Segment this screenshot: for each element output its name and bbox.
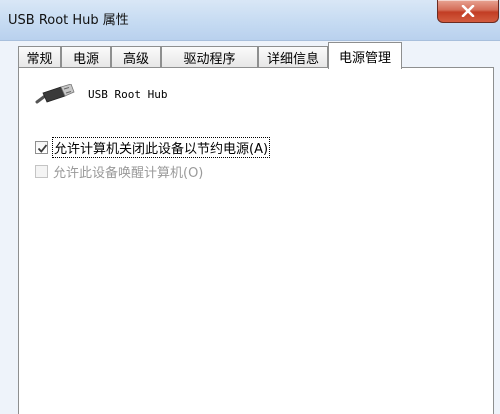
tab-driver[interactable]: 驱动程序 bbox=[161, 46, 258, 67]
tab-power-management[interactable]: 电源管理 bbox=[328, 42, 402, 69]
tab-general[interactable]: 常规 bbox=[18, 46, 61, 67]
allow-power-off-checkbox[interactable] bbox=[35, 141, 48, 154]
usb-plug-icon bbox=[35, 84, 75, 104]
window-title: USB Root Hub 属性 bbox=[8, 13, 129, 28]
close-button[interactable] bbox=[437, 0, 499, 23]
device-name: USB Root Hub bbox=[88, 88, 168, 101]
allow-wake-label: 允许此设备唤醒计算机(O) bbox=[53, 166, 204, 181]
title-bar[interactable]: USB Root Hub 属性 bbox=[0, 0, 500, 41]
tab-strip: 常规 电源 高级 驱动程序 详细信息 电源管理 bbox=[0, 42, 500, 69]
tab-details[interactable]: 详细信息 bbox=[258, 46, 328, 67]
allow-power-off-label: 允许计算机关闭此设备以节约电源(A) bbox=[51, 137, 271, 158]
allow-wake-checkbox bbox=[35, 165, 48, 178]
tab-power[interactable]: 电源 bbox=[61, 46, 111, 67]
check-icon bbox=[37, 144, 48, 153]
allow-wake-option: 允许此设备唤醒计算机(O) bbox=[35, 162, 203, 181]
tab-advanced[interactable]: 高级 bbox=[111, 46, 161, 67]
tab-panel-power-management: USB Root Hub 允许计算机关闭此设备以节约电源(A) 允许此设备唤醒计… bbox=[18, 67, 494, 414]
allow-power-off-option[interactable]: 允许计算机关闭此设备以节约电源(A) bbox=[35, 137, 271, 158]
close-icon bbox=[461, 5, 475, 17]
properties-window: USB Root Hub 属性 常规 电源 高级 驱动程序 详细信息 电源管理 … bbox=[0, 0, 500, 414]
